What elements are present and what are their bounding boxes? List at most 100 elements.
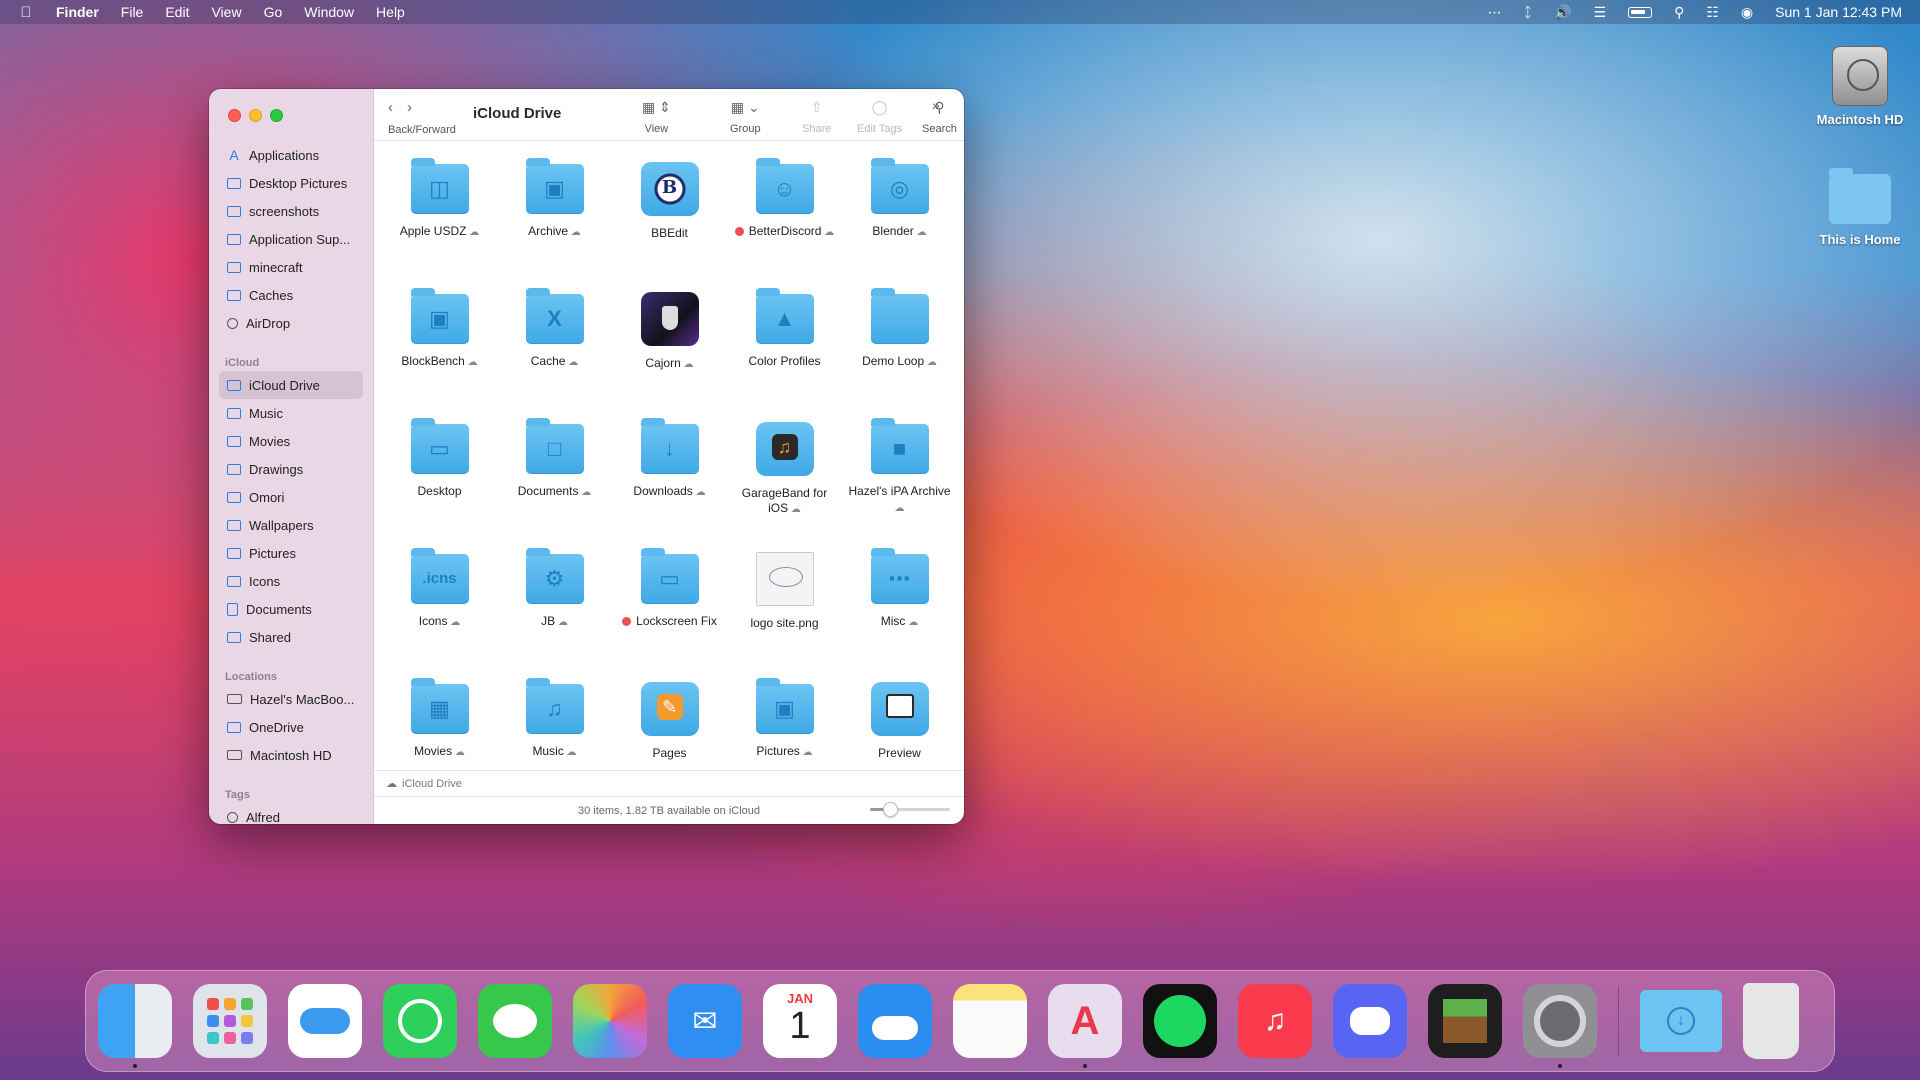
- spotify-icon[interactable]: [1143, 984, 1217, 1058]
- file-item-cache[interactable]: X Cache ☁: [497, 286, 612, 416]
- sidebar-item-icons[interactable]: Icons: [209, 567, 373, 595]
- cloud-download-icon[interactable]: ☁: [914, 227, 927, 238]
- cloud-download-icon[interactable]: ☁: [693, 487, 706, 498]
- sidebar-item-music[interactable]: Music: [209, 399, 373, 427]
- cloud-download-icon[interactable]: ☁: [465, 357, 478, 368]
- menu-clock[interactable]: Sun 1 Jan 12:43 PM: [1775, 4, 1902, 20]
- icloud-icon[interactable]: [288, 984, 362, 1058]
- cloud-download-icon[interactable]: ☁: [924, 357, 937, 368]
- menu-go[interactable]: Go: [264, 4, 283, 20]
- whatsapp-icon[interactable]: [383, 984, 457, 1058]
- slider-knob[interactable]: [883, 802, 898, 817]
- sidebar-item-icloud-drive[interactable]: iCloud Drive: [219, 371, 363, 399]
- view-button[interactable]: ▦ ⇕ View: [642, 99, 671, 135]
- file-item-pages[interactable]: ✎ Pages: [612, 676, 727, 770]
- sidebar-item-airdrop[interactable]: AirDrop: [209, 309, 373, 337]
- finder-icon[interactable]: [98, 984, 172, 1068]
- photos-icon[interactable]: [573, 984, 647, 1058]
- file-item-desktop[interactable]: ▭ Desktop: [382, 416, 497, 546]
- sidebar-item-macintosh-hd[interactable]: Macintosh HD: [209, 741, 373, 769]
- cloud-download-icon[interactable]: ☁: [565, 357, 578, 368]
- file-item-apple-usdz[interactable]: ◫ Apple USDZ ☁: [382, 156, 497, 286]
- more-icon[interactable]: ⋯: [1488, 4, 1502, 21]
- sidebar-item-screenshots[interactable]: screenshots: [209, 197, 373, 225]
- menu-edit[interactable]: Edit: [165, 4, 189, 20]
- sidebar-item-omori[interactable]: Omori: [209, 483, 373, 511]
- file-item-hazel-s-ipa-archive[interactable]: ■ Hazel's iPA Archive ☁: [842, 416, 957, 546]
- search-button[interactable]: ⚲ Search: [922, 99, 957, 135]
- file-item-logo-site-png[interactable]: logo site.png: [727, 546, 842, 676]
- sidebar-item-hazel-s-macboo[interactable]: Hazel's MacBoo...: [209, 685, 373, 713]
- volume-icon[interactable]: 🔊: [1554, 4, 1571, 21]
- notes-icon[interactable]: [953, 984, 1027, 1058]
- sidebar-item-applications[interactable]: A Applications: [209, 141, 373, 169]
- forward-icon[interactable]: ›: [407, 99, 426, 116]
- file-item-betterdiscord[interactable]: ☺ BetterDiscord ☁: [727, 156, 842, 286]
- cloud-download-icon[interactable]: ☁: [568, 227, 581, 238]
- messages-icon[interactable]: [478, 984, 552, 1058]
- file-item-documents[interactable]: □ Documents ☁: [497, 416, 612, 546]
- file-item-music[interactable]: ♫ Music ☁: [497, 676, 612, 770]
- file-item-bbedit[interactable]: B BBEdit: [612, 156, 727, 286]
- desktop-icon-macintosh-hd[interactable]: Macintosh HD: [1800, 46, 1920, 127]
- menu-app-finder[interactable]: Finder: [56, 4, 99, 20]
- launchpad-icon[interactable]: [193, 984, 267, 1058]
- sidebar-item-minecraft[interactable]: minecraft: [209, 253, 373, 281]
- cloud-download-icon[interactable]: ☁: [800, 747, 813, 758]
- cloud-download-icon[interactable]: ☁: [447, 617, 460, 628]
- cloud-download-icon[interactable]: ☁: [452, 747, 465, 758]
- battery-icon[interactable]: [1628, 6, 1653, 18]
- cloud-download-icon[interactable]: ☁: [821, 227, 834, 238]
- sidebar-item-shared[interactable]: Shared: [209, 623, 373, 651]
- minecraft-icon[interactable]: [1428, 984, 1502, 1058]
- toolbar-overflow-button[interactable]: »: [882, 97, 940, 117]
- share-button[interactable]: ⇧ Share: [802, 99, 831, 135]
- file-item-icons[interactable]: .icns Icons ☁: [382, 546, 497, 676]
- sidebar-item-documents[interactable]: Documents: [209, 595, 373, 623]
- spotlight-icon[interactable]: ⚲: [1674, 4, 1684, 21]
- sidebar-item-caches[interactable]: Caches: [209, 281, 373, 309]
- file-item-preview[interactable]: Preview: [842, 676, 957, 770]
- cloud-download-icon[interactable]: ☁: [681, 359, 694, 370]
- menu-file[interactable]: File: [121, 4, 144, 20]
- control-center-icon[interactable]: ☷: [1706, 4, 1719, 21]
- file-item-pictures[interactable]: ▣ Pictures ☁: [727, 676, 842, 770]
- apple-menu-icon[interactable]: : [18, 4, 34, 21]
- menu-window[interactable]: Window: [304, 4, 354, 20]
- sidebar-item-drawings[interactable]: Drawings: [209, 455, 373, 483]
- sidebar-item-onedrive[interactable]: OneDrive: [209, 713, 373, 741]
- back-icon[interactable]: ‹: [388, 99, 407, 116]
- cloud-download-icon[interactable]: ☁: [578, 487, 591, 498]
- sidebar-item-wallpapers[interactable]: Wallpapers: [209, 511, 373, 539]
- cloud-download-icon[interactable]: ☁: [788, 504, 801, 515]
- cloud-download-icon[interactable]: ☁: [905, 617, 918, 628]
- back-forward-buttons[interactable]: ‹›: [388, 99, 426, 116]
- music-icon[interactable]: ♫: [1238, 984, 1312, 1058]
- file-item-jb[interactable]: ⚙ JB ☁: [497, 546, 612, 676]
- trash-icon[interactable]: [1743, 983, 1799, 1059]
- sidebar-item-alfred[interactable]: Alfred: [209, 803, 373, 824]
- bluetooth-icon[interactable]: ᛨ: [1524, 4, 1532, 20]
- sidebar-item-application-sup[interactable]: Application Sup...: [209, 225, 373, 253]
- wifi-icon[interactable]: ☰: [1594, 4, 1607, 21]
- system-preferences-icon[interactable]: [1523, 984, 1597, 1068]
- group-button[interactable]: ▦ ⌄ Group: [730, 99, 761, 135]
- file-item-movies[interactable]: ▦ Movies ☁: [382, 676, 497, 770]
- file-item-blockbench[interactable]: ▣ BlockBench ☁: [382, 286, 497, 416]
- close-button[interactable]: [228, 109, 241, 122]
- file-item-blender[interactable]: ◎ Blender ☁: [842, 156, 957, 286]
- discord-icon[interactable]: [1333, 984, 1407, 1058]
- file-item-downloads[interactable]: ↓ Downloads ☁: [612, 416, 727, 546]
- menu-view[interactable]: View: [211, 4, 241, 20]
- file-item-demo-loop[interactable]: Demo Loop ☁: [842, 286, 957, 416]
- file-item-misc[interactable]: ⋯ Misc ☁: [842, 546, 957, 676]
- weather-icon[interactable]: [858, 984, 932, 1058]
- minimize-button[interactable]: [249, 109, 262, 122]
- affinity-icon[interactable]: A: [1048, 984, 1122, 1068]
- file-item-lockscreen-fix[interactable]: ▭ Lockscreen Fix: [612, 546, 727, 676]
- file-item-archive[interactable]: ▣ Archive ☁: [497, 156, 612, 286]
- icon-size-slider[interactable]: [870, 802, 950, 817]
- sidebar-item-pictures[interactable]: Pictures: [209, 539, 373, 567]
- cloud-download-icon[interactable]: ☁: [555, 617, 568, 628]
- mail-icon[interactable]: ✉: [668, 984, 742, 1058]
